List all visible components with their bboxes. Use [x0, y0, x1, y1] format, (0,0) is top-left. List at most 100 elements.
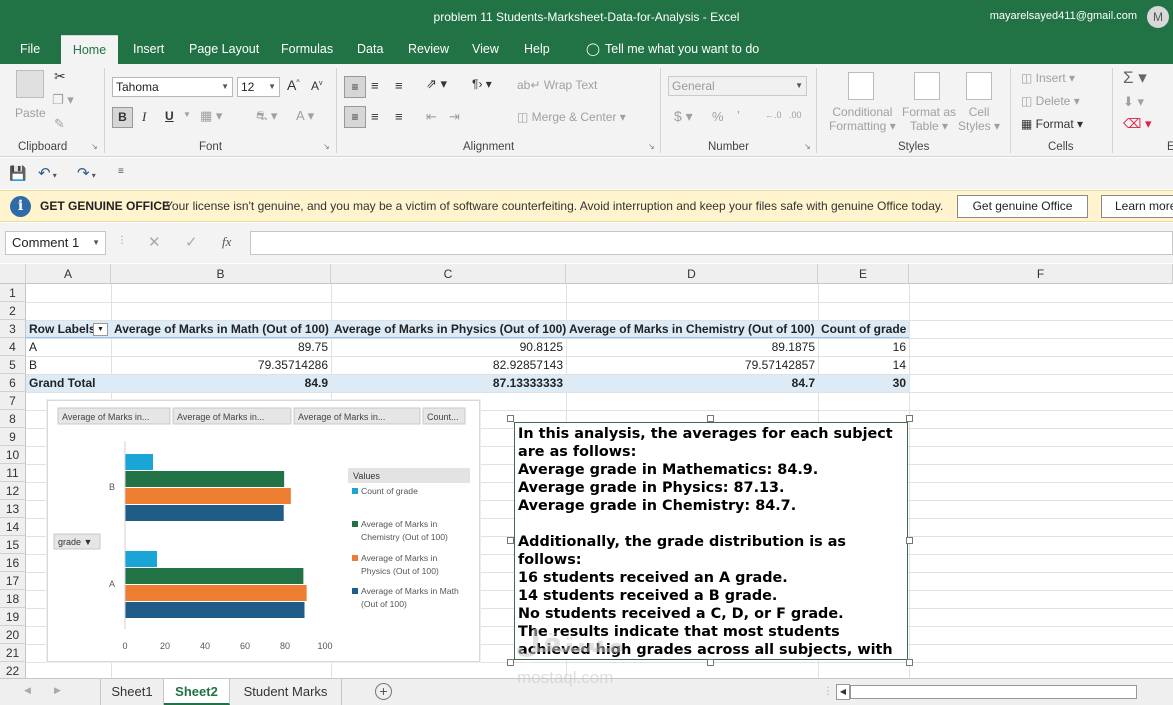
filter-dropdown-icon[interactable]: ▼: [93, 323, 108, 336]
redo-icon[interactable]: ↷ ▾: [77, 164, 96, 182]
row-header[interactable]: 7: [0, 392, 26, 410]
row-header[interactable]: 2: [0, 302, 26, 320]
paste-button[interactable]: Paste: [15, 106, 46, 120]
pivot-total-count[interactable]: 30: [818, 374, 909, 392]
resize-handle[interactable]: [507, 659, 514, 666]
pivot-count-b[interactable]: 14: [818, 356, 909, 374]
column-header-b[interactable]: B: [111, 264, 331, 284]
font-color-icon[interactable]: A ▾: [296, 108, 314, 124]
comma-icon[interactable]: ’: [737, 108, 740, 123]
tell-me-search[interactable]: Tell me what you want to do: [597, 35, 767, 64]
row-header[interactable]: 5: [0, 356, 26, 374]
pivot-math-a[interactable]: 89.75: [111, 338, 331, 356]
row-header[interactable]: 8: [0, 410, 26, 428]
align-middle-icon[interactable]: ≡: [371, 78, 379, 93]
row-header[interactable]: 12: [0, 482, 26, 500]
number-launcher-icon[interactable]: ↘: [804, 142, 811, 151]
get-genuine-office-button[interactable]: Get genuine Office: [957, 195, 1088, 218]
row-header[interactable]: 15: [0, 536, 26, 554]
tab-help[interactable]: Help: [516, 35, 558, 64]
font-launcher-icon[interactable]: ↘: [323, 142, 330, 151]
row-header[interactable]: 21: [0, 644, 26, 662]
pivot-chemistry-b[interactable]: 79.57142857: [566, 356, 818, 374]
tab-insert[interactable]: Insert: [125, 35, 172, 64]
row-header[interactable]: 6: [0, 374, 26, 392]
row-header[interactable]: 4: [0, 338, 26, 356]
percent-icon[interactable]: %: [712, 109, 724, 124]
pivot-chart[interactable]: Average of Marks in... Average of Marks i…: [47, 400, 480, 662]
scroll-left-icon[interactable]: ◀: [24, 685, 31, 696]
pivot-label-b[interactable]: B: [26, 356, 111, 374]
align-top-icon[interactable]: ≡: [344, 76, 366, 98]
customize-qat-icon[interactable]: ≡: [118, 166, 124, 177]
row-header[interactable]: 14: [0, 518, 26, 536]
decrease-font-icon[interactable]: Av: [311, 79, 323, 93]
insert-function-icon[interactable]: fx: [222, 234, 231, 250]
tab-data[interactable]: Data: [349, 35, 391, 64]
pivot-total-math[interactable]: 84.9: [111, 374, 331, 392]
pivot-total-chemistry[interactable]: 84.7: [566, 374, 818, 392]
clear-icon[interactable]: ⌫ ▾: [1123, 116, 1152, 132]
conditional-formatting-button[interactable]: Conditional Formatting ▾: [829, 105, 896, 133]
wrap-text-button[interactable]: ab↵ Wrap Text: [517, 78, 597, 92]
italic-button[interactable]: I: [142, 109, 146, 125]
resize-handle[interactable]: [906, 415, 913, 422]
chevron-down-icon[interactable]: ▼: [183, 110, 191, 119]
resize-handle[interactable]: [507, 415, 514, 422]
tab-page-layout[interactable]: Page Layout: [181, 35, 267, 64]
row-header[interactable]: 16: [0, 554, 26, 572]
row-header[interactable]: 1: [0, 284, 26, 302]
pivot-label-a[interactable]: A: [26, 338, 111, 356]
row-header[interactable]: 17: [0, 572, 26, 590]
name-box[interactable]: Comment 1 ▼: [5, 231, 106, 255]
row-header[interactable]: 13: [0, 500, 26, 518]
delete-cells-button[interactable]: ◫ Delete ▾: [1021, 94, 1080, 108]
increase-indent-icon[interactable]: ⇥: [449, 109, 460, 125]
pivot-total-label[interactable]: Grand Total: [26, 374, 111, 392]
format-cells-button[interactable]: ▦ Format ▾: [1021, 117, 1083, 131]
pivot-total-physics[interactable]: 87.13333333: [331, 374, 566, 392]
tab-formulas[interactable]: Formulas: [273, 35, 341, 64]
cancel-icon[interactable]: ✕: [148, 233, 161, 251]
merge-center-button[interactable]: ◫ Merge & Center ▾: [517, 110, 626, 124]
hscroll-left-icon[interactable]: ◀: [836, 684, 850, 700]
column-header-d[interactable]: D: [566, 264, 818, 284]
resize-handle[interactable]: [507, 537, 514, 544]
sheet-tab-student-marks[interactable]: Student Marks: [230, 679, 342, 705]
fill-icon[interactable]: ⬇ ▾: [1123, 94, 1144, 110]
avatar[interactable]: M: [1147, 6, 1169, 28]
tab-review[interactable]: Review: [400, 35, 457, 64]
font-name-combo[interactable]: Tahoma ▼: [112, 77, 233, 97]
pivot-chemistry-a[interactable]: 89.1875: [566, 338, 818, 356]
decrease-indent-icon[interactable]: ⇤: [426, 109, 437, 125]
column-header-e[interactable]: E: [818, 264, 909, 284]
row-header[interactable]: 20: [0, 626, 26, 644]
text-direction-icon[interactable]: ¶› ▾: [472, 77, 492, 91]
save-icon[interactable]: 💾: [9, 165, 26, 182]
sheet-tab-sheet2[interactable]: Sheet2: [164, 679, 230, 705]
row-header[interactable]: 10: [0, 446, 26, 464]
tab-view[interactable]: View: [464, 35, 507, 64]
orientation-icon[interactable]: ⇗ ▾: [426, 76, 447, 92]
fill-color-icon[interactable]: ⛐ ▾: [256, 108, 277, 126]
decrease-decimal-icon[interactable]: .00: [789, 110, 802, 120]
resize-handle[interactable]: [707, 415, 714, 422]
tab-home[interactable]: Home: [61, 35, 118, 64]
format-as-table-button[interactable]: Format as Table ▾: [902, 105, 956, 133]
undo-icon[interactable]: ↶ ▾: [38, 164, 57, 182]
row-header[interactable]: 9: [0, 428, 26, 446]
bold-button[interactable]: B: [112, 107, 133, 128]
insert-cells-button[interactable]: ◫ Insert ▾: [1021, 71, 1075, 85]
currency-icon[interactable]: $ ▾: [674, 108, 693, 125]
column-header-f[interactable]: F: [909, 264, 1173, 284]
resize-handle[interactable]: [906, 659, 913, 666]
pivot-math-b[interactable]: 79.35714286: [111, 356, 331, 374]
borders-icon[interactable]: ▦ ▾: [200, 108, 222, 124]
clipboard-launcher-icon[interactable]: ↘: [91, 142, 98, 151]
row-header[interactable]: 3: [0, 320, 26, 338]
pivot-count-a[interactable]: 16: [818, 338, 909, 356]
select-all-corner[interactable]: [0, 264, 26, 284]
formula-input[interactable]: [250, 231, 1173, 255]
column-header-a[interactable]: A: [26, 264, 111, 284]
add-sheet-icon[interactable]: +: [375, 683, 392, 700]
